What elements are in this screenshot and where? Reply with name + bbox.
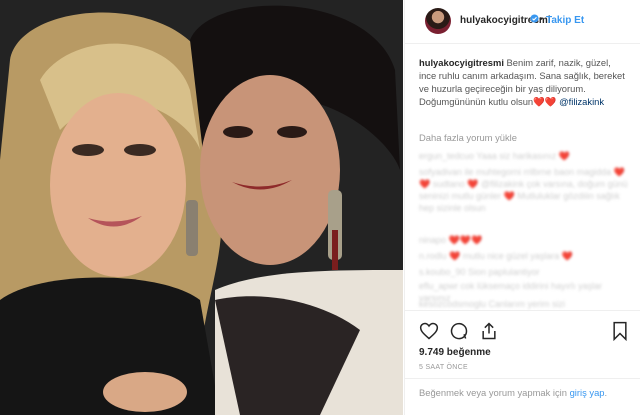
comment-item: n.rodlu ❤️ mutlu nice güzel yaşlara ❤️ — [419, 251, 573, 261]
share-icon[interactable] — [479, 321, 499, 341]
caption-mention[interactable]: @filizakink — [559, 96, 604, 107]
post-header: hulyakocyigitresmi • Takip Et — [405, 0, 640, 44]
verified-badge-icon — [530, 14, 539, 25]
caption-emoji: ❤️❤️ — [533, 96, 557, 107]
comment-item: sofyadivan ile muhtegorni rrilbrne baon … — [419, 167, 628, 213]
post-actions — [405, 310, 640, 350]
avatar[interactable] — [425, 8, 451, 34]
login-link[interactable]: giriş yap — [570, 387, 605, 398]
heart-icon[interactable] — [419, 321, 439, 341]
comment-item: ergun_tedcuo Yaaa siz harikasınız ❤️ — [419, 151, 570, 161]
caption-username[interactable]: hulyakocyigitresmi — [419, 57, 504, 68]
login-period: . — [604, 387, 608, 398]
bookmark-icon[interactable] — [610, 321, 630, 342]
post-sidebar: hulyakocyigitresmi • Takip Et hulyakocyi… — [404, 0, 640, 415]
post-photo[interactable] — [0, 0, 403, 415]
post-caption: hulyakocyigitresmi Benim zarif, nazik, g… — [419, 56, 627, 108]
login-prompt-text: Beğenmek veya yorum yapmak için — [419, 387, 567, 398]
like-count[interactable]: 9.749 beğenme — [419, 347, 491, 358]
comment-icon[interactable] — [449, 321, 469, 341]
post-timestamp: 5 SAAT ÖNCE — [419, 364, 468, 371]
comment-item: kesozcodsmoglu Canlarım yerim sizi — [419, 299, 566, 309]
load-more-comments[interactable]: Daha fazla yorum yükle — [419, 132, 517, 143]
comment-item: s.koubo_90 Sion paplulantiyor — [419, 267, 540, 277]
photo-illustration — [0, 0, 403, 415]
separator-dot: • — [539, 14, 543, 25]
login-prompt: Beğenmek veya yorum yapmak için giriş ya… — [405, 378, 640, 415]
follow-button[interactable]: Takip Et — [546, 15, 584, 26]
comment-item: ninapo ❤️❤️❤️ — [419, 235, 483, 245]
